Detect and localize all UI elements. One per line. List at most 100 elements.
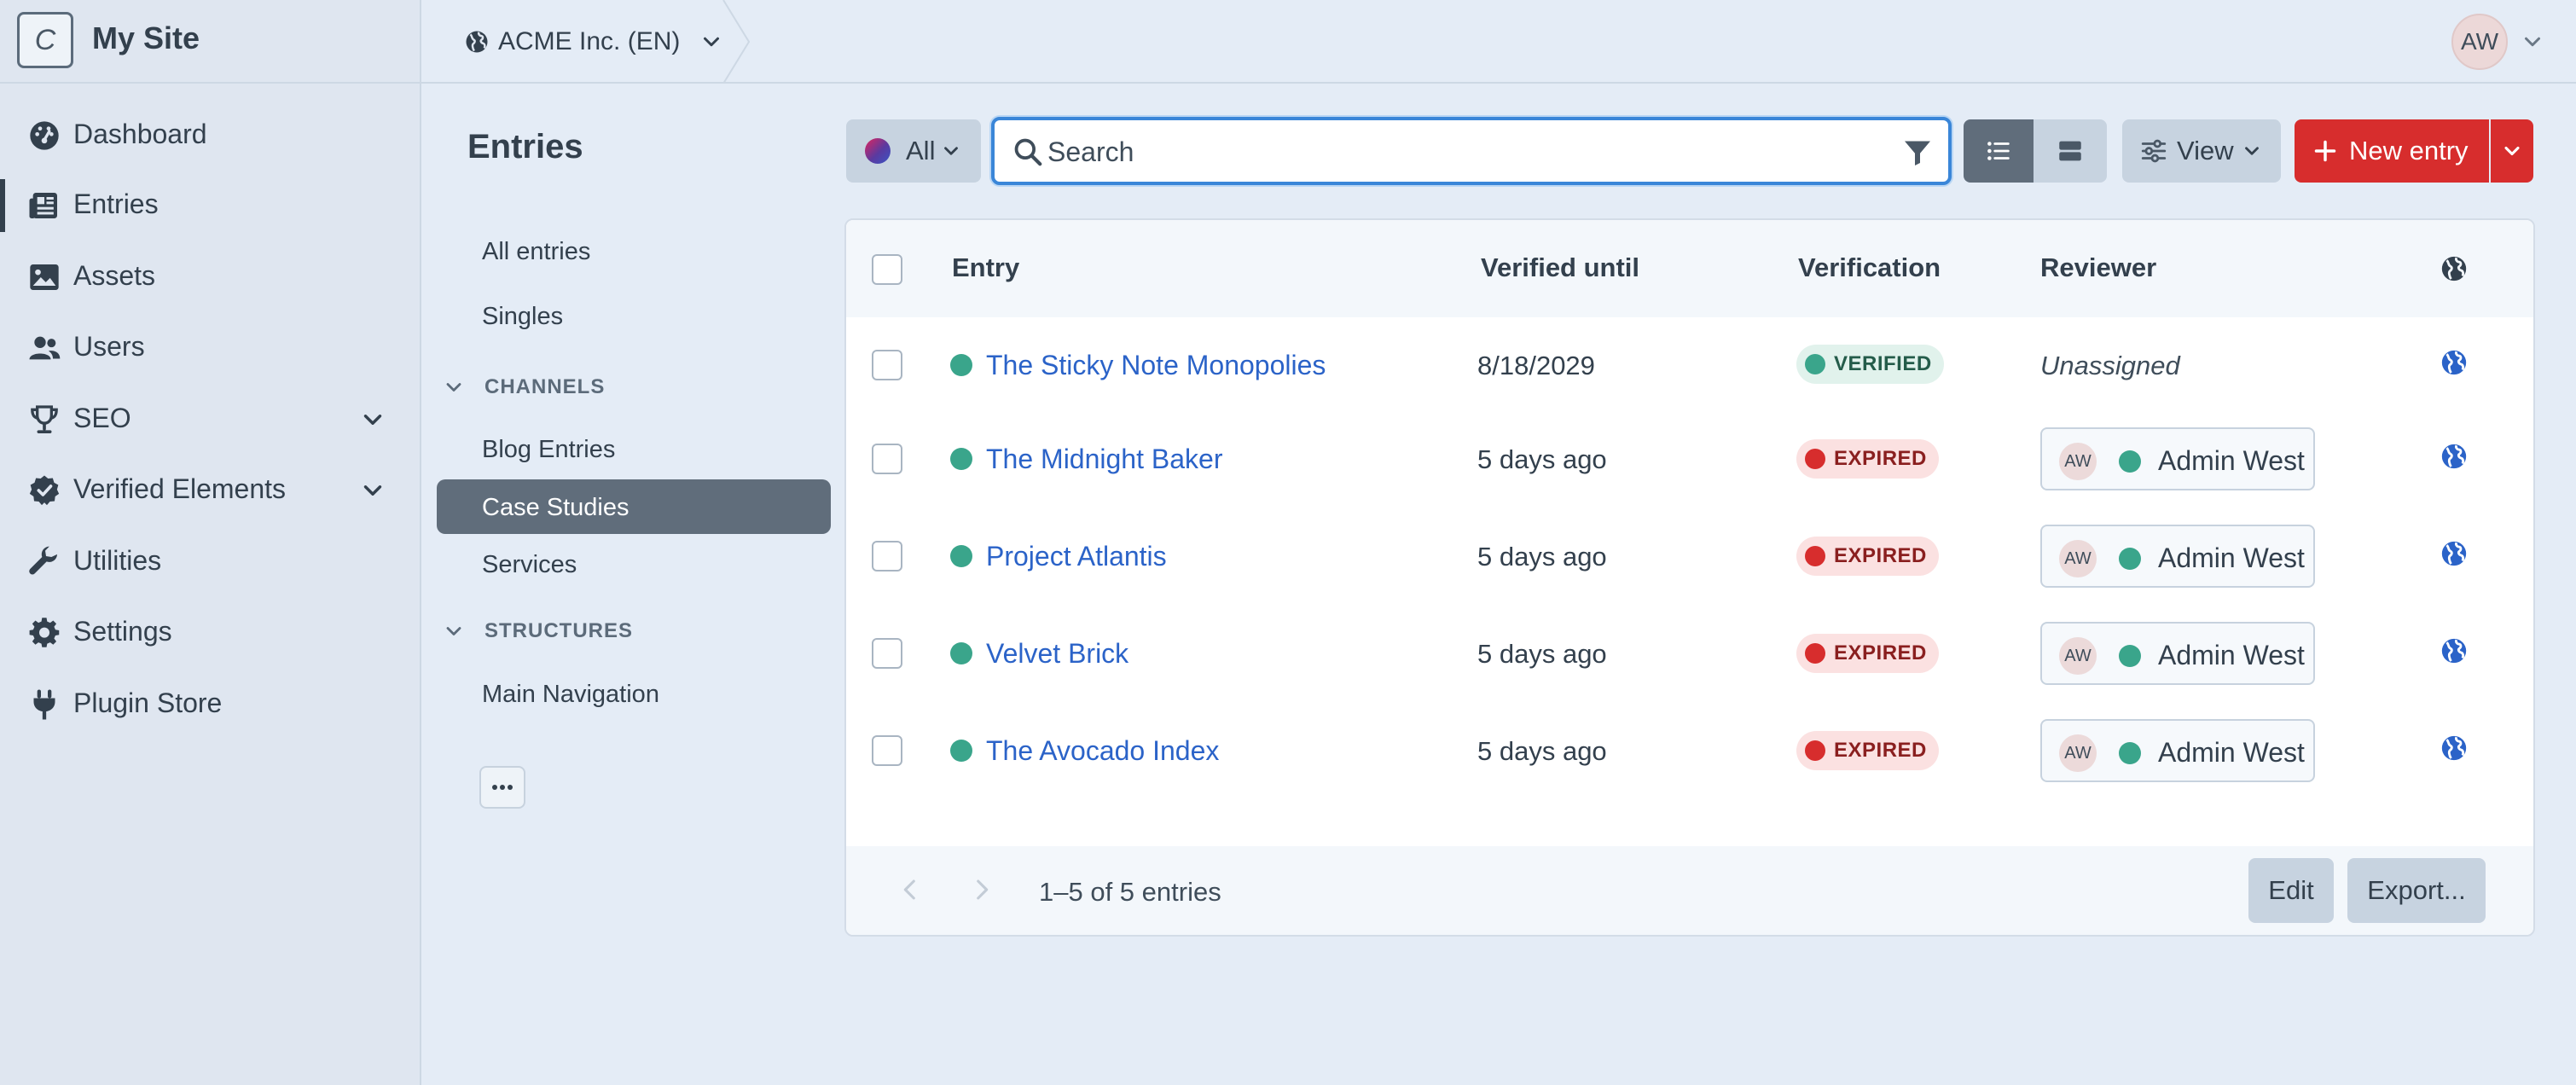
site-name[interactable]: My Site — [92, 20, 200, 56]
source-blog-entries[interactable]: Blog Entries — [437, 421, 831, 476]
chevron-down-icon — [944, 147, 959, 155]
search-box[interactable] — [991, 117, 1952, 185]
source-services[interactable]: Services — [437, 537, 831, 591]
nav-label: Assets — [73, 260, 156, 291]
table-header: Entry Verified until Verification Review… — [846, 220, 2533, 317]
site-switcher[interactable]: ACME Inc. (EN) — [464, 20, 724, 63]
nav-item-assets[interactable]: Assets — [0, 242, 420, 312]
nav-item-entries[interactable]: Entries — [0, 171, 420, 241]
plug-icon — [33, 689, 55, 720]
entry-title-link[interactable]: The Avocado Index — [986, 735, 1219, 767]
reviewer-name: Admin West — [2158, 737, 2305, 768]
status-dot — [950, 545, 972, 567]
table-row: Velvet Brick 5 days ago EXPIRED AW Admin… — [846, 607, 2533, 703]
row-checkbox[interactable] — [872, 638, 902, 669]
source-main-navigation[interactable]: Main Navigation — [437, 666, 831, 721]
source-label: All entries — [482, 238, 591, 265]
status-filter-button[interactable]: All — [846, 119, 981, 183]
search-input[interactable] — [1047, 134, 1883, 170]
status-dot — [2119, 742, 2141, 764]
status-all-icon — [865, 138, 891, 164]
reviewer-chip[interactable]: AW Admin West — [2040, 525, 2315, 588]
check-badge-icon — [29, 475, 60, 506]
column-header-verified-until[interactable]: Verified until — [1481, 252, 1639, 283]
globe-icon[interactable] — [2440, 636, 2469, 665]
newspaper-icon — [29, 193, 57, 218]
user-menu[interactable]: AW — [2451, 12, 2562, 72]
row-checkbox[interactable] — [872, 444, 902, 474]
nav-label: Dashboard — [73, 119, 207, 149]
structure-view-button[interactable] — [2034, 119, 2107, 183]
reviewer-chip[interactable]: AW Admin West — [2040, 719, 2315, 782]
nav-item-users[interactable]: Users — [0, 313, 420, 383]
entry-title-link[interactable]: Project Atlantis — [986, 541, 1167, 572]
source-all-entries[interactable]: All entries — [437, 223, 831, 278]
source-singles[interactable]: Singles — [437, 288, 831, 343]
nav-label: SEO — [73, 403, 131, 433]
source-label: Main Navigation — [482, 681, 659, 708]
filter-icon[interactable] — [1902, 137, 1933, 168]
edit-button[interactable]: Edit — [2248, 858, 2334, 923]
ellipsis-icon — [492, 785, 513, 790]
more-actions-button[interactable] — [479, 766, 525, 809]
chevron-down-icon[interactable] — [358, 476, 387, 505]
badge-label: EXPIRED — [1834, 447, 1927, 470]
globe-icon[interactable] — [2440, 539, 2469, 568]
globe-icon[interactable] — [2440, 442, 2469, 471]
nav-item-seo[interactable]: SEO — [0, 385, 420, 455]
entry-title-link[interactable]: The Midnight Baker — [986, 444, 1222, 475]
entry-title-link[interactable]: The Sticky Note Monopolies — [986, 350, 1326, 381]
badge-dot — [1805, 643, 1825, 664]
nav-item-utilities[interactable]: Utilities — [0, 527, 420, 597]
gear-icon — [29, 618, 60, 647]
avatar: AW — [2059, 443, 2097, 480]
chevron-down-icon — [2504, 146, 2520, 156]
row-checkbox[interactable] — [872, 541, 902, 572]
chevron-left-icon[interactable] — [896, 875, 925, 904]
globe-icon[interactable] — [2440, 734, 2469, 763]
column-header-entry[interactable]: Entry — [952, 252, 1019, 283]
table-row: The Avocado Index 5 days ago EXPIRED AW … — [846, 705, 2533, 800]
entry-title-link[interactable]: Velvet Brick — [986, 638, 1128, 670]
channels-heading[interactable]: CHANNELS — [442, 370, 605, 404]
column-header-reviewer[interactable]: Reviewer — [2040, 252, 2156, 283]
entry-count: 1–5 of 5 entries — [1039, 877, 1221, 907]
nav-label: Utilities — [73, 545, 162, 576]
chevron-right-icon[interactable] — [967, 875, 996, 904]
table-row: The Midnight Baker 5 days ago EXPIRED AW… — [846, 413, 2533, 508]
select-all-checkbox[interactable] — [872, 254, 902, 285]
nav-item-verified-elements[interactable]: Verified Elements — [0, 455, 420, 525]
status-dot — [2119, 450, 2141, 473]
view-label: View — [2177, 136, 2234, 165]
entries-table: Entry Verified until Verification Review… — [844, 218, 2535, 937]
column-header-verification[interactable]: Verification — [1798, 252, 1941, 283]
row-checkbox[interactable] — [872, 735, 902, 766]
avatar: AW — [2059, 540, 2097, 577]
heading-label: CHANNELS — [484, 375, 606, 398]
globe-icon[interactable] — [2440, 348, 2469, 377]
chevron-down-icon[interactable] — [358, 405, 387, 434]
nav-item-plugin-store[interactable]: Plugin Store — [0, 670, 420, 740]
avatar: AW — [2059, 734, 2097, 772]
structures-heading[interactable]: STRUCTURES — [442, 614, 633, 648]
nav-item-settings[interactable]: Settings — [0, 598, 420, 668]
verified-until-value: 5 days ago — [1477, 736, 1607, 766]
table-view-button[interactable] — [1964, 119, 2034, 183]
reviewer-chip[interactable]: AW Admin West — [2040, 427, 2315, 490]
image-icon — [30, 264, 59, 290]
reviewer-chip[interactable]: AW Admin West — [2040, 622, 2315, 685]
site-logo[interactable]: C — [17, 12, 73, 68]
source-label: Case Studies — [482, 494, 629, 521]
table-row: The Sticky Note Monopolies 8/18/2029 VER… — [846, 317, 2533, 413]
status-badge: EXPIRED — [1796, 439, 1939, 479]
list-icon — [1987, 142, 2010, 160]
view-menu-button[interactable]: View — [2122, 119, 2281, 183]
new-entry-menu-button[interactable] — [2491, 119, 2533, 183]
export-button[interactable]: Export... — [2347, 858, 2486, 923]
chevron-down-icon — [2244, 147, 2259, 155]
source-case-studies[interactable]: Case Studies — [437, 479, 831, 534]
nav-item-dashboard[interactable]: Dashboard — [0, 101, 420, 171]
new-entry-button[interactable]: New entry — [2295, 119, 2489, 183]
row-checkbox[interactable] — [872, 350, 902, 380]
source-label: Blog Entries — [482, 436, 616, 463]
